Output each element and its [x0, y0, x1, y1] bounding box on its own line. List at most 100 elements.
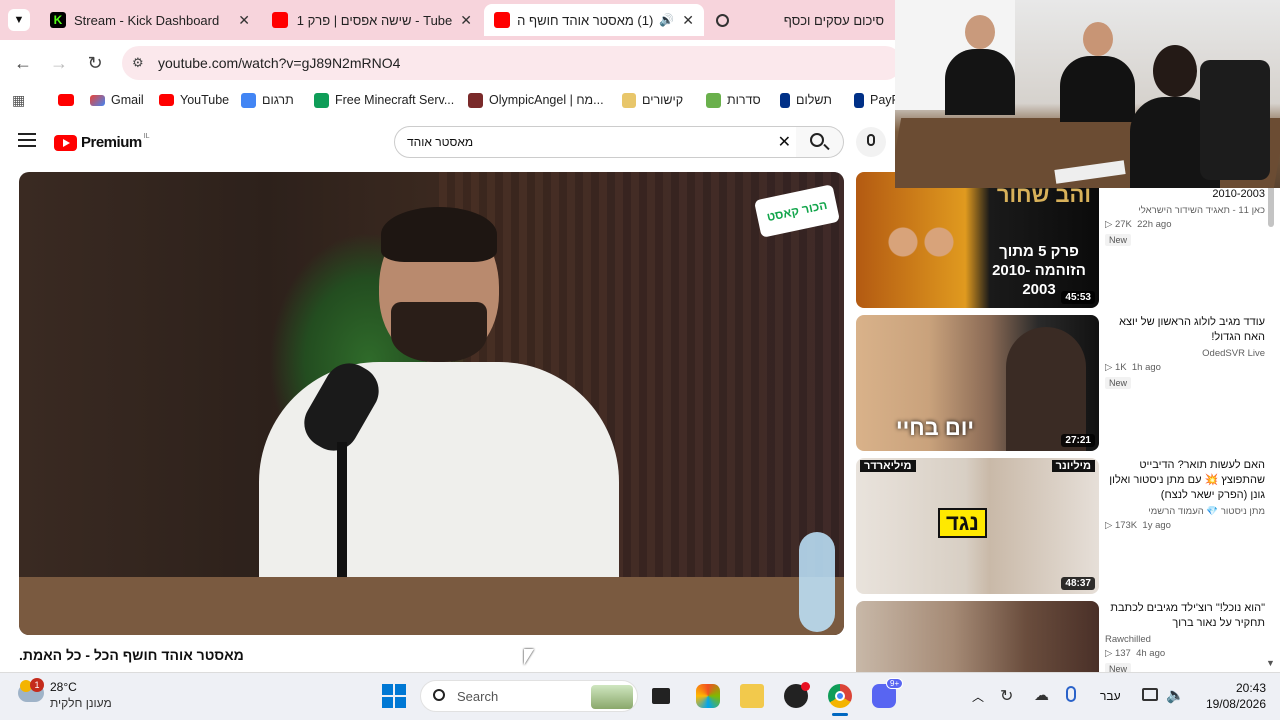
thumbnail-caption: יום בחיי — [896, 415, 974, 440]
tab-title: Stream - Kick Dashboard — [74, 12, 220, 28]
bookmark-payment[interactable]: תשלום — [780, 91, 832, 109]
page-scrollbar[interactable] — [1268, 172, 1276, 662]
upload-age: 1h ago — [1131, 362, 1161, 373]
close-icon[interactable]: ✕ — [238, 12, 250, 29]
clock-time: 20:43 — [1235, 681, 1266, 695]
bookmark-series[interactable]: סדרות — [706, 91, 761, 109]
channel-name[interactable]: כאן 11 - תאגיד השידור הישראלי — [1105, 205, 1265, 216]
search-icon — [810, 133, 824, 147]
search-button[interactable] — [796, 126, 844, 158]
recommendation-stats: ▷ 137 4h ago — [1105, 648, 1166, 659]
video-thumbnail[interactable]: והב שחור פרק 5 מתוך הזוהמה 2010-2003 45:… — [856, 172, 1099, 308]
view-count: 1K — [1114, 362, 1127, 373]
bookmark-olympicangel[interactable]: OlympicAngel | מח... — [468, 91, 604, 109]
video-thumbnail[interactable] — [856, 601, 1099, 672]
tv-icon — [706, 92, 721, 108]
bookmark-translate[interactable]: תרגום — [241, 91, 294, 109]
channel-name[interactable]: OdedSVR Live — [1105, 348, 1265, 359]
taskbar-search-box[interactable]: Search — [420, 680, 638, 712]
recommendation-item[interactable]: "הוא נוכל!" רוצ'ילד מגיבים לכתבת תחקיר ע… — [856, 601, 1271, 672]
channel-name[interactable]: מתן ניסטור 💎 העמוד הרשמי — [1105, 506, 1265, 517]
video-player[interactable]: הכור קאסט — [19, 172, 844, 635]
recommendation-item[interactable]: מיליארדר מיליונר נגד 48:37 האם לעשות תוא… — [856, 458, 1271, 596]
youtube-logo[interactable]: Premium IL — [54, 133, 150, 151]
bookmark-minecraft[interactable]: Free Minecraft Serv... — [314, 91, 454, 109]
clock[interactable]: 20:43 19/08/2026 — [1196, 681, 1266, 711]
openai-icon — [716, 13, 729, 27]
podcast-logo-text: הכור קאסט — [765, 197, 829, 225]
webcam-person-2 — [1060, 22, 1135, 122]
tab-kick-dashboard[interactable]: K Stream - Kick Dashboard ✕ — [40, 4, 260, 36]
scroll-down-arrow-icon[interactable]: ▼ — [1266, 658, 1275, 668]
cloud-offline-icon[interactable]: ☁ — [1034, 686, 1049, 704]
tab-master-ohad[interactable]: (1) מאסטר אוהד חושף הכ 🔊 ✕ — [484, 4, 704, 36]
youtube-icon — [159, 94, 174, 106]
bookmark-label: YouTube — [180, 93, 230, 107]
show-hidden-icons-chevron-icon[interactable]: ︿ — [972, 688, 984, 705]
chrome-icon[interactable] — [828, 684, 852, 708]
apps-grid-icon[interactable]: ▦ — [12, 92, 25, 109]
tab-list-dropdown-icon[interactable]: ▼ — [8, 9, 30, 31]
close-icon[interactable]: ✕ — [460, 12, 472, 29]
bookmark-gmail[interactable]: Gmail — [90, 91, 144, 109]
site-info-icon[interactable]: ⚙ — [132, 55, 144, 71]
recommendation-item[interactable]: יום בחיי 27:21 עודד מגיב לולוג הראשון של… — [856, 315, 1271, 453]
discord-icon[interactable]: 9+ — [872, 678, 904, 708]
microphone-icon[interactable] — [1066, 686, 1076, 702]
bookmark-label: קישורים — [642, 93, 684, 107]
thumbnail-left-label: מיליארדר — [860, 460, 916, 472]
voice-search-microphone-icon[interactable] — [856, 127, 886, 157]
bookmark-label: תשלום — [796, 93, 832, 107]
tab-chatgpt[interactable]: סיכום עסקים וכסף — [706, 4, 894, 36]
weather-widget[interactable]: 1 28°C מעונן חלקית — [18, 678, 128, 714]
upload-age: 22h ago — [1137, 219, 1172, 230]
light-lamp — [799, 532, 835, 632]
obs-icon[interactable] — [784, 682, 810, 708]
bookmark-youtube[interactable]: YouTube — [159, 91, 229, 109]
recommendation-title[interactable]: האם לעשות תואר? הדיבייט שהתפוצץ 💥 עם מתן… — [1105, 458, 1265, 503]
clear-search-icon[interactable]: ✕ — [778, 132, 791, 152]
recommendation-item[interactable]: והב שחור פרק 5 מתוך הזוהמה 2010-2003 45:… — [856, 172, 1271, 310]
menu-icon[interactable] — [18, 133, 36, 147]
recommendation-stats: ▷ 173K 1y ago — [1105, 520, 1171, 531]
forward-arrow-icon[interactable]: → — [48, 52, 70, 74]
tab-title: Tube - שישה אפסים | פרק 1 — [296, 12, 453, 28]
recommendation-stats: ▷ 1K 1h ago — [1105, 362, 1161, 373]
webcam-overlay — [895, 0, 1280, 188]
desk — [19, 577, 844, 635]
sync-icon[interactable]: ↻ — [1000, 686, 1013, 706]
tab-title: (1) מאסטר אוהד חושף הכ — [518, 12, 654, 28]
mouse-cursor-icon — [524, 649, 534, 665]
youtube-icon — [494, 12, 510, 28]
video-thumbnail[interactable]: יום בחיי 27:21 — [856, 315, 1099, 451]
search-input[interactable]: מאסטר אוהד ✕ — [394, 126, 798, 158]
back-arrow-icon[interactable]: ← — [12, 52, 34, 74]
recommendation-title[interactable]: עודד מגיב לולוג הראשון של יוצא האח הגדול… — [1105, 315, 1265, 345]
task-view-icon[interactable] — [650, 684, 674, 708]
tab-youtube-shisha-afasim[interactable]: Tube - שישה אפסים | פרק 1 ✕ — [262, 4, 482, 36]
input-language[interactable]: עבר — [1100, 689, 1121, 703]
premium-label: Premium — [81, 134, 142, 151]
speaker-icon[interactable]: 🔊 — [659, 13, 674, 27]
bookmark-links[interactable]: קישורים — [622, 91, 683, 109]
reload-icon[interactable]: ↻ — [84, 52, 106, 74]
bookmark-paypal[interactable]: PayP — [854, 91, 900, 109]
bookmark-youtube-icon-only[interactable] — [58, 91, 80, 109]
volume-icon[interactable]: 🔈 — [1166, 686, 1185, 704]
close-icon[interactable]: ✕ — [682, 12, 694, 29]
file-explorer-icon[interactable] — [740, 684, 764, 708]
video-thumbnail[interactable]: מיליארדר מיליונר נגד 48:37 — [856, 458, 1099, 594]
chrome-active-indicator — [832, 713, 848, 716]
video-title-text: מאסטר אוהד חושף הכל - כל האמת. — [19, 647, 244, 663]
windows-start-icon[interactable] — [382, 684, 406, 708]
network-icon[interactable] — [1142, 688, 1158, 701]
search-query: מאסטר אוהד — [407, 135, 474, 149]
weather-temperature: 28°C — [50, 680, 77, 694]
recommendation-title[interactable]: "הוא נוכל!" רוצ'ילד מגיבים לכתבת תחקיר ע… — [1105, 601, 1265, 631]
duration-badge: 48:37 — [1061, 577, 1095, 590]
address-bar[interactable]: ⚙ youtube.com/watch?v=gJ89N2mRNO4 — [122, 46, 902, 80]
translate-icon — [241, 92, 256, 108]
duration-badge: 45:53 — [1061, 291, 1095, 304]
copilot-icon[interactable] — [696, 684, 720, 708]
channel-name[interactable]: Rawchilled — [1105, 634, 1265, 645]
